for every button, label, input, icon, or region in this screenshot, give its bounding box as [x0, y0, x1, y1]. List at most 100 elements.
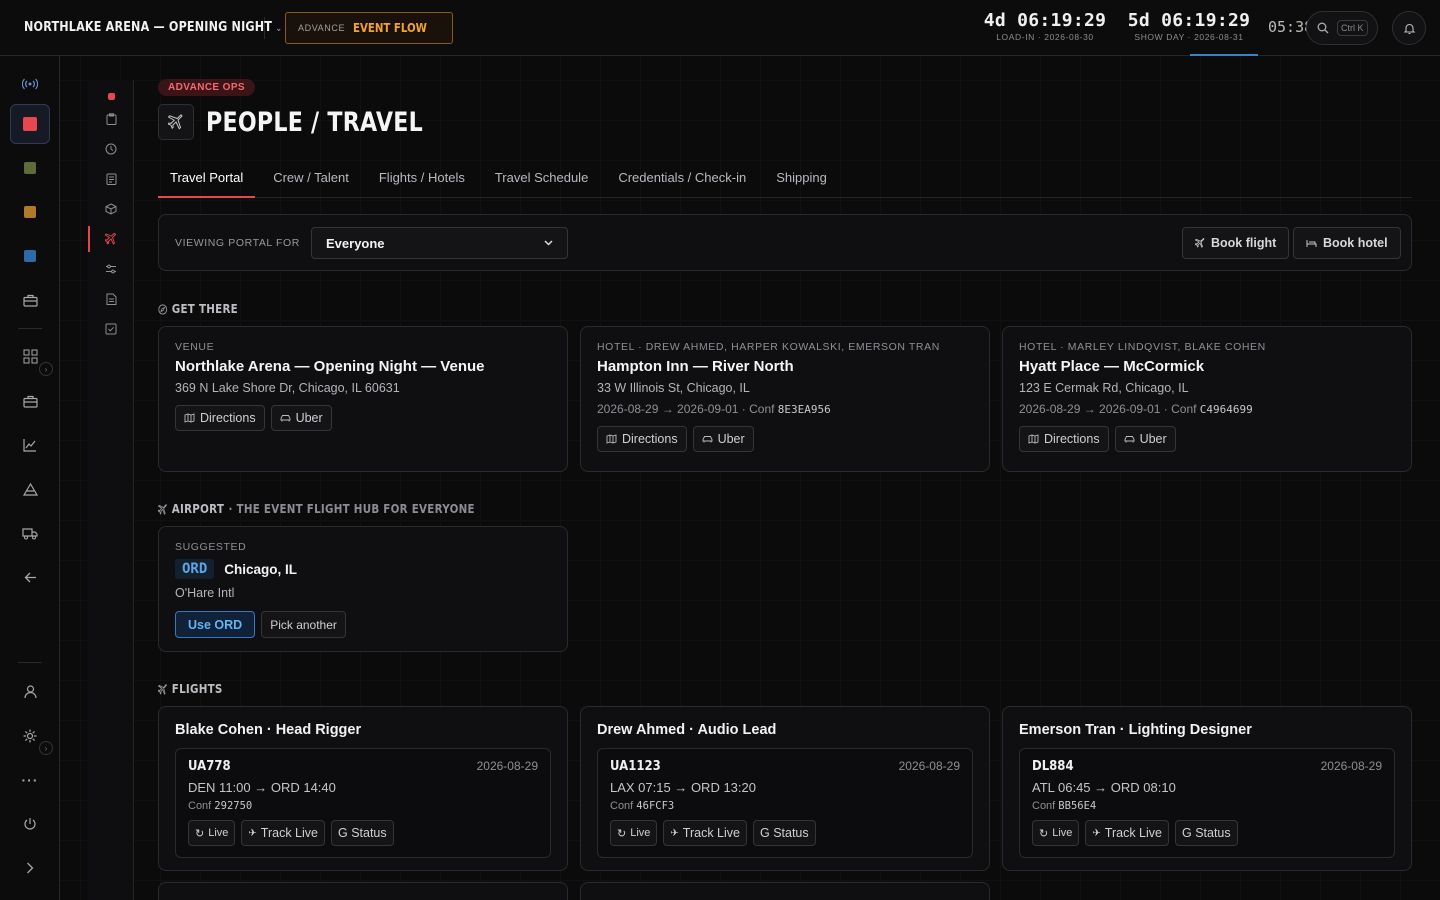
google-status-button[interactable]: G Status — [753, 820, 816, 846]
search-button[interactable]: Ctrl K — [1306, 11, 1378, 45]
live-refresh-button[interactable]: ↻ Live — [188, 820, 236, 846]
active-indicator — [88, 226, 90, 252]
portal-person-select[interactable]: Everyone — [311, 227, 568, 259]
airport-card: SUGGESTED ORD Chicago, IL O'Hare Intl Us… — [158, 526, 568, 652]
book-flight-button[interactable]: Book flight — [1182, 227, 1290, 259]
google-status-button[interactable]: G Status — [331, 820, 394, 846]
countdown-show-day: 5d 06:19:29 SHOW DAY · 2026-08-31 — [1122, 10, 1256, 42]
track-live-button[interactable]: ✈ Track Live — [1085, 820, 1169, 846]
card-kicker: HOTEL · MARLEY LINDQVIST, BLAKE COHEN — [1019, 341, 1266, 353]
rail-project-amber[interactable] — [10, 192, 50, 232]
flight-number: UA778 — [188, 759, 231, 774]
rail-live[interactable] — [10, 64, 50, 104]
subrail-files[interactable] — [101, 289, 121, 309]
flight-person: Emerson Tran · Lighting Designer — [1019, 722, 1252, 738]
heading-subtext: · THE EVENT FLIGHT HUB FOR EVERYONE — [228, 502, 475, 516]
notifications-button[interactable] — [1392, 11, 1426, 45]
flight-date: 2026-08-29 — [1320, 759, 1382, 773]
main-content: ADVANCE OPS PEOPLE / TRAVEL Travel Porta… — [158, 78, 1412, 900]
airport-name: O'Hare Intl — [175, 586, 235, 600]
uber-button[interactable]: Uber — [270, 405, 332, 431]
tab-credentials-check-in[interactable]: Credentials / Check-in — [606, 162, 758, 198]
directions-label: Directions — [622, 432, 678, 446]
section-heading-get-there: GET THERE — [158, 302, 238, 316]
rail-project-olive[interactable] — [10, 148, 50, 188]
compass-icon — [158, 303, 168, 315]
google-status-button[interactable]: G Status — [1175, 820, 1238, 846]
rail-venues[interactable] — [10, 469, 50, 509]
more-icon: ··· — [21, 772, 39, 788]
use-airport-button[interactable]: Use ORD — [175, 611, 256, 638]
clipboard-icon — [106, 113, 117, 125]
tab-flights-hotels[interactable]: Flights / Hotels — [367, 162, 477, 198]
rail-more[interactable]: ··· — [10, 760, 50, 800]
subrail-travel[interactable] — [101, 229, 121, 249]
plane-icon — [158, 683, 168, 695]
uber-button[interactable]: Uber — [1114, 426, 1176, 452]
rail-logistics[interactable] — [10, 513, 50, 553]
map-icon — [1028, 434, 1039, 444]
file-icon — [106, 293, 117, 305]
heading-text: AIRPORT — [171, 502, 225, 516]
car-icon — [280, 414, 291, 423]
directions-button[interactable]: Directions — [175, 405, 265, 431]
tab-crew-talent[interactable]: Crew / Talent — [261, 162, 361, 198]
divider — [18, 662, 42, 663]
live-refresh-button[interactable]: ↻ Live — [1032, 820, 1080, 846]
subrail-inventory[interactable] — [101, 199, 121, 219]
countdown-label: LOAD-IN · 2026-08-30 — [996, 32, 1094, 42]
advance-event-flow-button[interactable]: ADVANCE EVENT FLOW — [285, 11, 453, 44]
portal-label: VIEWING PORTAL FOR — [175, 237, 300, 249]
subrail-docs[interactable] — [101, 169, 121, 189]
flight-details: UA1123 2026-08-29 LAX 07:15 → ORD 13:20 C… — [597, 748, 973, 858]
uber-label: Uber — [1139, 432, 1167, 446]
confirmation-code: C4964699 — [1199, 403, 1253, 416]
refresh-icon: ↻ — [617, 827, 627, 840]
shortcut-hint: Ctrl K — [1337, 20, 1368, 36]
tab-shipping[interactable]: Shipping — [764, 162, 839, 198]
uber-button[interactable]: Uber — [692, 426, 754, 452]
subrail-checklist[interactable] — [101, 319, 121, 339]
rail-expand[interactable] — [10, 848, 50, 888]
page-icon — [158, 104, 194, 140]
settings-icon — [23, 729, 37, 743]
rail-back[interactable] — [10, 557, 50, 597]
stay-dates: 2026-08-29 → 2026-09-01 · Conf 8E3EA956 — [597, 402, 973, 416]
pick-another-airport-button[interactable]: Pick another — [261, 611, 346, 638]
rail-toolbox[interactable] — [10, 381, 50, 421]
flight-confirmation: Conf 292750 — [188, 800, 538, 812]
book-flight-label: Book flight — [1211, 236, 1277, 250]
toolbox-icon — [22, 395, 38, 408]
card-address: 369 N Lake Shore Dr, Chicago, IL 60631 — [175, 381, 400, 395]
book-hotel-button[interactable]: Book hotel — [1293, 227, 1401, 259]
tab-travel-portal[interactable]: Travel Portal — [158, 162, 256, 198]
subrail-schedule[interactable] — [101, 139, 121, 159]
track-live-button[interactable]: ✈ Track Live — [663, 820, 747, 846]
card-kicker: SUGGESTED — [175, 541, 247, 553]
tab-travel-schedule[interactable]: Travel Schedule — [483, 162, 600, 198]
book-hotel-label: Book hotel — [1323, 236, 1388, 250]
subrail-tasks[interactable] — [101, 109, 121, 129]
directions-button[interactable]: Directions — [1019, 426, 1109, 452]
event-switcher[interactable]: NORTHLAKE ARENA — OPENING NIGHT ⌄ — [24, 20, 282, 35]
rail-reports[interactable] — [10, 425, 50, 465]
live-refresh-button[interactable]: ↻ Live — [610, 820, 658, 846]
subrail-status[interactable] — [101, 86, 121, 106]
directions-label: Directions — [200, 411, 256, 425]
blue-project-icon — [24, 250, 36, 262]
power-icon — [23, 817, 37, 831]
confirmation-code: BB56E4 — [1058, 800, 1097, 812]
rail-logout[interactable] — [10, 804, 50, 844]
expand-chevron-icon[interactable]: › — [39, 741, 53, 755]
expand-chevron-icon[interactable]: › — [39, 362, 53, 376]
rail-jobs[interactable] — [10, 280, 50, 320]
card-title: Northlake Arena — Opening Night — Venue — [175, 358, 485, 375]
rail-profile[interactable] — [10, 672, 50, 712]
subrail-settings[interactable] — [101, 259, 121, 279]
section-heading-flights: FLIGHTS — [158, 682, 223, 696]
flight-date: 2026-08-29 — [898, 759, 960, 773]
track-live-button[interactable]: ✈ Track Live — [241, 820, 325, 846]
directions-button[interactable]: Directions — [597, 426, 687, 452]
rail-project-blue[interactable] — [10, 236, 50, 276]
rail-project-red[interactable] — [10, 104, 50, 144]
